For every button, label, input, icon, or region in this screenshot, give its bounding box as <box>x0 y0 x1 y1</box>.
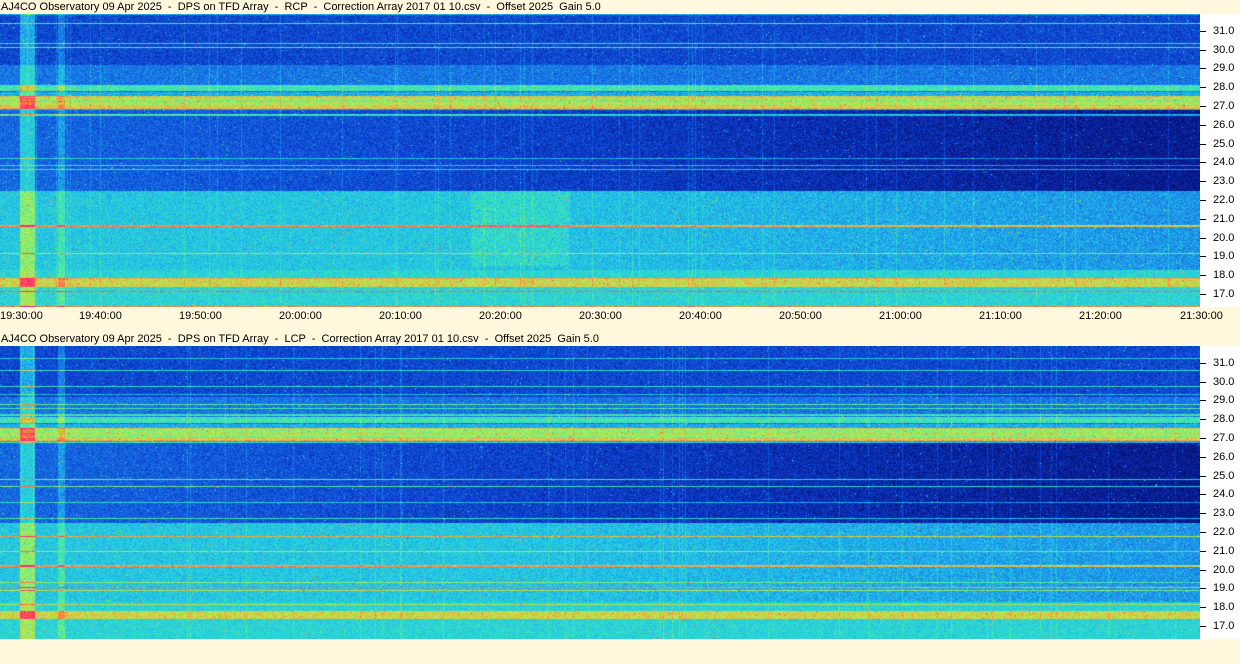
freq-tick-label: 22.0 <box>1213 526 1235 538</box>
time-tick-label: 19:50:00 <box>179 310 222 322</box>
freq-tick <box>1200 125 1206 126</box>
freq-tick-label: 28.0 <box>1213 81 1235 93</box>
freq-tick <box>1200 31 1206 32</box>
freq-tick-label: 24.0 <box>1213 156 1235 168</box>
freq-tick <box>1200 106 1206 107</box>
freq-tick-label: 24.0 <box>1213 488 1235 500</box>
freq-tick-label: 25.0 <box>1213 138 1235 150</box>
freq-tick-label: 20.0 <box>1213 232 1235 244</box>
freq-tick-label: 29.0 <box>1213 62 1235 74</box>
freq-tick-label: 18.0 <box>1213 601 1235 613</box>
freq-tick-label: 26.0 <box>1213 119 1235 131</box>
time-tick-label: 21:10:00 <box>979 310 1022 322</box>
freq-tick <box>1200 513 1206 514</box>
freq-tick-label: 27.0 <box>1213 432 1235 444</box>
time-tick-label: 19:30:00 <box>0 310 43 322</box>
freq-tick-label: 31.0 <box>1213 25 1235 37</box>
lcp-frequency-axis: 31.0 30.0 29.0 28.0 27.0 26.0 25.0 24.0 23.0 22.0… <box>1200 346 1240 639</box>
freq-tick <box>1200 294 1206 295</box>
freq-tick-label: 29.0 <box>1213 394 1235 406</box>
freq-tick-label: 30.0 <box>1213 44 1235 56</box>
time-tick-label: 20:30:00 <box>579 310 622 322</box>
freq-tick-label: 23.0 <box>1213 175 1235 187</box>
freq-tick <box>1200 382 1206 383</box>
freq-tick-label: 28.0 <box>1213 413 1235 425</box>
freq-tick <box>1200 607 1206 608</box>
freq-tick <box>1200 219 1206 220</box>
time-tick-label: 19:40:00 <box>79 310 122 322</box>
time-tick-label: 20:40:00 <box>679 310 722 322</box>
time-tick-label: 21:00:00 <box>879 310 922 322</box>
freq-tick-label: 17.0 <box>1213 288 1235 300</box>
freq-tick-label: 21.0 <box>1213 545 1235 557</box>
freq-tick <box>1200 551 1206 552</box>
freq-tick <box>1200 68 1206 69</box>
freq-tick-label: 26.0 <box>1213 451 1235 463</box>
freq-tick <box>1200 87 1206 88</box>
freq-tick <box>1200 588 1206 589</box>
freq-tick <box>1200 400 1206 401</box>
freq-tick <box>1200 532 1206 533</box>
freq-tick <box>1200 476 1206 477</box>
freq-tick <box>1200 200 1206 201</box>
bottom-strip <box>0 640 1240 664</box>
freq-tick <box>1200 419 1206 420</box>
freq-tick-label: 19.0 <box>1213 582 1235 594</box>
freq-tick <box>1200 144 1206 145</box>
freq-tick-label: 22.0 <box>1213 194 1235 206</box>
lcp-spectrogram <box>0 346 1200 639</box>
freq-tick <box>1200 275 1206 276</box>
freq-tick <box>1200 238 1206 239</box>
freq-tick <box>1200 494 1206 495</box>
freq-tick-label: 18.0 <box>1213 269 1235 281</box>
freq-tick-label: 19.0 <box>1213 250 1235 262</box>
freq-tick <box>1200 438 1206 439</box>
time-tick-label: 20:50:00 <box>779 310 822 322</box>
lcp-title: AJ4CO Observatory 09 Apr 2025 - DPS on T… <box>1 333 599 345</box>
freq-tick-label: 17.0 <box>1213 620 1235 632</box>
time-tick-label: 20:20:00 <box>479 310 522 322</box>
freq-tick <box>1200 570 1206 571</box>
freq-tick <box>1200 181 1206 182</box>
freq-tick-label: 23.0 <box>1213 507 1235 519</box>
rcp-title: AJ4CO Observatory 09 Apr 2025 - DPS on T… <box>1 1 601 13</box>
time-tick-label: 20:10:00 <box>379 310 422 322</box>
freq-tick <box>1200 457 1206 458</box>
freq-tick-label: 20.0 <box>1213 564 1235 576</box>
freq-tick-label: 30.0 <box>1213 376 1235 388</box>
freq-tick-label: 21.0 <box>1213 213 1235 225</box>
freq-tick-label: 27.0 <box>1213 100 1235 112</box>
freq-tick <box>1200 162 1206 163</box>
time-axis: 19:30:00 19:40:00 19:50:00 20:00:00 20:10:00… <box>0 307 1240 326</box>
freq-tick <box>1200 256 1206 257</box>
time-tick-label: 20:00:00 <box>279 310 322 322</box>
freq-tick-label: 25.0 <box>1213 470 1235 482</box>
freq-tick <box>1200 50 1206 51</box>
freq-tick <box>1200 363 1206 364</box>
rcp-frequency-axis: 31.0 30.0 29.0 28.0 27.0 26.0 25.0 24.0 23.0 22.0… <box>1200 14 1240 307</box>
freq-tick <box>1200 626 1206 627</box>
freq-tick-label: 31.0 <box>1213 357 1235 369</box>
time-tick-label: 21:30:00 <box>1180 310 1223 322</box>
time-tick-label: 21:20:00 <box>1079 310 1122 322</box>
rcp-spectrogram <box>0 14 1200 307</box>
